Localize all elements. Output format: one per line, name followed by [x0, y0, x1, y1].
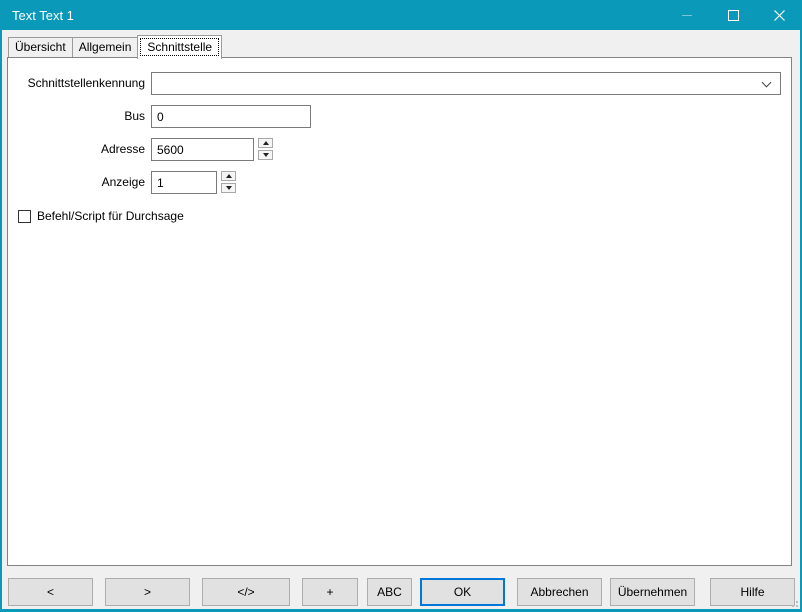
arrow-down-icon — [226, 186, 232, 190]
dialog-window: Text Text 1 Übersicht Allgemein Schnitts… — [0, 0, 802, 612]
tab-uebersicht[interactable]: Übersicht — [8, 37, 73, 57]
close-icon — [774, 10, 785, 21]
schnittstellenkennung-label: Schnittstellenkennung — [11, 72, 145, 95]
adresse-input[interactable] — [151, 138, 254, 161]
anzeige-input[interactable] — [151, 171, 217, 194]
minimize-button[interactable] — [664, 0, 710, 30]
adresse-spinner — [258, 138, 273, 160]
tab-schnittstelle[interactable]: Schnittstelle — [137, 35, 222, 59]
bus-label: Bus — [11, 105, 145, 128]
adresse-spinner-up-button[interactable] — [258, 138, 273, 148]
schnittstellenkennung-combobox[interactable] — [151, 72, 781, 95]
tab-bar: Übersicht Allgemein Schnittstelle — [8, 35, 221, 59]
durchsage-checkbox[interactable] — [18, 210, 31, 223]
chevron-down-icon — [762, 78, 772, 88]
minimize-icon — [682, 15, 692, 16]
abc-button[interactable]: ABC — [367, 578, 412, 606]
adresse-label: Adresse — [11, 138, 145, 161]
anzeige-label: Anzeige — [11, 171, 145, 194]
window-title: Text Text 1 — [0, 8, 664, 23]
add-button[interactable]: + — [302, 578, 358, 606]
anzeige-spinner-up-button[interactable] — [221, 171, 236, 181]
ok-button[interactable]: OK — [420, 578, 505, 606]
abbrechen-button[interactable]: Abbrechen — [517, 578, 602, 606]
durchsage-checkbox-row: Befehl/Script für Durchsage — [18, 209, 184, 223]
resize-grip[interactable] — [788, 597, 798, 607]
durchsage-checkbox-label: Befehl/Script für Durchsage — [37, 209, 184, 223]
prev-button[interactable]: < — [8, 578, 93, 606]
arrow-down-icon — [263, 153, 269, 157]
resize-grip-dots — [796, 605, 798, 607]
tab-page-schnittstelle: Schnittstellenkennung Bus Adresse Anzeig… — [7, 57, 792, 566]
maximize-icon — [728, 10, 739, 21]
arrow-up-icon — [226, 174, 232, 178]
anzeige-spinner — [221, 171, 236, 193]
title-bar: Text Text 1 — [0, 0, 802, 30]
tab-allgemein[interactable]: Allgemein — [72, 37, 139, 57]
uebernehmen-button[interactable]: Übernehmen — [610, 578, 695, 606]
anzeige-spinner-down-button[interactable] — [221, 183, 236, 193]
close-button[interactable] — [756, 0, 802, 30]
arrow-up-icon — [263, 141, 269, 145]
hilfe-button[interactable]: Hilfe — [710, 578, 795, 606]
next-button[interactable]: > — [105, 578, 190, 606]
bus-input[interactable] — [151, 105, 311, 128]
adresse-spinner-down-button[interactable] — [258, 150, 273, 160]
code-button[interactable]: </> — [202, 578, 290, 606]
maximize-button[interactable] — [710, 0, 756, 30]
